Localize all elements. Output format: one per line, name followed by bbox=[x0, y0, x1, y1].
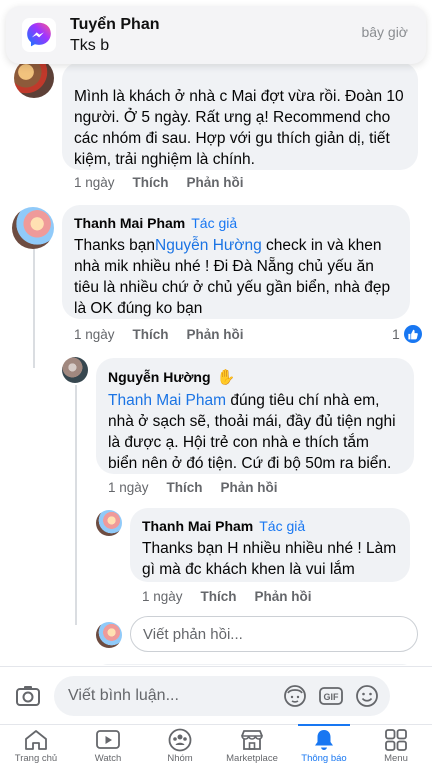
comment-text: Mình là khách ở nhà c Mai đợt vừa rồi. Đ… bbox=[74, 88, 404, 168]
reaction-count: 1 bbox=[392, 326, 400, 342]
reaction-summary[interactable]: 1 bbox=[392, 325, 422, 343]
avatar-sticker-icon[interactable] bbox=[282, 683, 308, 709]
notification-message: Tks b bbox=[70, 36, 110, 54]
avatar bbox=[96, 622, 122, 648]
avatar[interactable] bbox=[14, 58, 54, 98]
next-comment-bubble bbox=[96, 664, 414, 665]
nav-home[interactable]: Trang chủ bbox=[0, 725, 72, 768]
comment-time: 1 ngày bbox=[142, 589, 183, 604]
mention-link[interactable]: Nguyễn Hường bbox=[155, 237, 262, 254]
comment-bubble: Thanh Mai Pham Tác giả Thanks bạn H nhiề… bbox=[130, 508, 410, 582]
avatar[interactable] bbox=[62, 357, 88, 383]
comment-bubble: Mình là khách ở nhà c Mai đợt vừa rồi. Đ… bbox=[62, 62, 418, 170]
comment-bubble: Nguyễn Hường ✋ Thanh Mai Pham đúng tiêu … bbox=[96, 358, 414, 474]
svg-text:GIF: GIF bbox=[324, 692, 340, 702]
thread-line bbox=[75, 385, 77, 625]
gif-icon[interactable]: GIF bbox=[318, 683, 344, 709]
comment-author[interactable]: Thanh Mai Pham bbox=[142, 518, 253, 534]
nav-menu[interactable]: Menu bbox=[360, 725, 432, 768]
comment-input[interactable]: Viết bình luận... GIF bbox=[54, 675, 390, 716]
menu-grid-icon bbox=[385, 729, 407, 751]
like-button[interactable]: Thích bbox=[167, 480, 203, 495]
comment-time: 1 ngày bbox=[74, 327, 115, 342]
like-button[interactable]: Thích bbox=[201, 589, 237, 604]
home-icon bbox=[25, 730, 47, 750]
bell-icon bbox=[315, 730, 333, 750]
comment-actions: 1 ngày Thích Phản hồi bbox=[142, 589, 312, 604]
comment-text: Thanks bạn H nhiều nhiều nhé ! Làm gì mà… bbox=[142, 540, 397, 578]
comment-time: 1 ngày bbox=[108, 480, 149, 495]
comment-actions: 1 ngày Thích Phản hồi bbox=[74, 327, 244, 342]
comment-author[interactable]: Nguyễn Hường bbox=[108, 369, 211, 385]
shop-icon bbox=[241, 730, 263, 750]
nav-watch[interactable]: Watch bbox=[72, 725, 144, 768]
notification-sender: Tuyển Phan bbox=[70, 15, 160, 33]
groups-icon bbox=[168, 728, 192, 752]
comment-text: Thanks bạnNguyễn Hường check in và khen … bbox=[74, 237, 391, 317]
reply-button[interactable]: Phản hồi bbox=[221, 480, 278, 495]
author-badge: Tác giả bbox=[191, 215, 238, 231]
author-badge: Tác giả bbox=[259, 518, 306, 534]
notification-time: bây giờ bbox=[361, 24, 408, 40]
like-button[interactable]: Thích bbox=[133, 175, 169, 190]
like-button[interactable]: Thích bbox=[133, 327, 169, 342]
comment-composer: Viết bình luận... GIF bbox=[0, 666, 432, 724]
avatar[interactable] bbox=[12, 207, 54, 249]
reply-input[interactable]: Viết phản hồi... bbox=[130, 616, 418, 652]
nav-notifications[interactable]: Thông báo bbox=[288, 724, 360, 768]
avatar[interactable] bbox=[96, 510, 122, 536]
comment-bubble: Thanh Mai Pham Tác giả Thanks bạnNguyễn … bbox=[62, 205, 410, 319]
reply-button[interactable]: Phản hồi bbox=[255, 589, 312, 604]
reply-button[interactable]: Phản hồi bbox=[187, 327, 244, 342]
messenger-icon bbox=[22, 18, 56, 52]
mention-link[interactable]: Thanh Mai Pham bbox=[108, 392, 226, 409]
comment-text: Thanh Mai Pham đúng tiêu chí nhà em, nhà… bbox=[108, 392, 396, 472]
comment-actions: 1 ngày Thích Phản hồi bbox=[74, 175, 244, 190]
comment-thread: Mình là khách ở nhà c Mai đợt vừa rồi. Đ… bbox=[0, 0, 432, 665]
video-icon bbox=[96, 730, 120, 749]
comment-time: 1 ngày bbox=[74, 175, 115, 190]
emoji-icon[interactable] bbox=[354, 683, 380, 709]
messenger-notification[interactable]: Tuyển Phan Tks b bây giờ bbox=[6, 6, 426, 64]
reply-button[interactable]: Phản hồi bbox=[187, 175, 244, 190]
thread-line bbox=[33, 248, 35, 368]
comment-actions: 1 ngày Thích Phản hồi bbox=[108, 480, 278, 495]
camera-icon[interactable] bbox=[14, 682, 42, 710]
wave-icon: ✋ bbox=[216, 369, 236, 386]
nav-marketplace[interactable]: Marketplace bbox=[216, 725, 288, 768]
nav-groups[interactable]: Nhóm bbox=[144, 725, 216, 768]
bottom-navigation: Trang chủ Watch Nhóm Marketplace Thông b… bbox=[0, 724, 432, 768]
comment-author[interactable]: Thanh Mai Pham bbox=[74, 215, 185, 231]
like-reaction-icon bbox=[403, 325, 422, 343]
